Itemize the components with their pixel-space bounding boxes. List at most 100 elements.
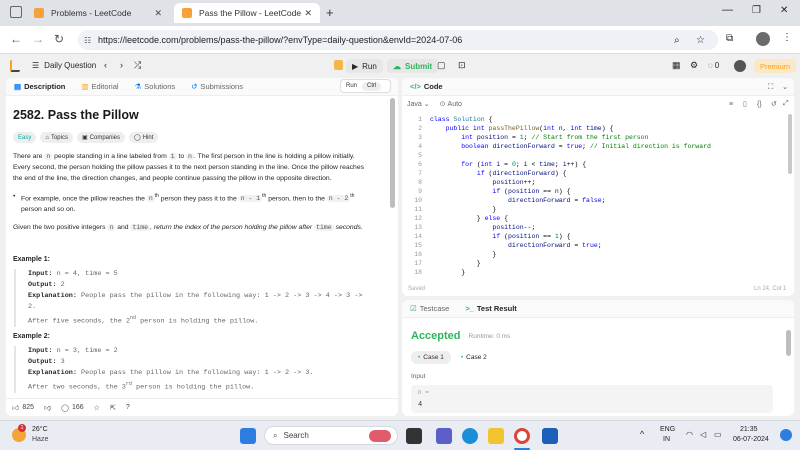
run-button[interactable]: ▶ Run [346,59,383,73]
tab-submissions[interactable]: ↺ Submissions [191,82,243,91]
test-scrollbar[interactable] [786,330,791,356]
case-label: Case 1 [423,354,444,361]
layout-icon[interactable]: ▦ [672,60,681,71]
code-line: for (int i = 0; i < time; i++) { [461,161,587,168]
debug-icon[interactable] [334,60,343,70]
superscript: th [350,193,355,199]
star-icon[interactable]: ☆ [94,404,100,412]
url-text: https://leetcode.com/problems/pass-the-p… [98,35,463,45]
submit-button[interactable]: ☁ Submit [387,59,439,73]
code-line: class Solution { [430,116,493,123]
companies-button[interactable]: ▣ Companies [76,132,126,143]
code-panel-header: </> Code ⛶ ⌄ [402,78,794,96]
tab-testcase[interactable]: ☑ Testcase [410,304,449,313]
language-indicator[interactable]: ENG [660,426,675,433]
task-view-icon[interactable] [406,428,422,444]
difficulty-badge: Easy [13,132,37,143]
windows-start-icon[interactable] [240,428,256,444]
comments-button[interactable]: ◯ 166 [61,404,84,412]
taskbar-search[interactable]: ⌕ Search [264,426,398,445]
description-scrollbar[interactable] [390,98,395,208]
tab-code[interactable]: </> Code [410,82,443,91]
volume-icon[interactable]: ◁ [700,430,706,439]
tab-test-result[interactable]: >_ Test Result [465,304,516,313]
topics-button[interactable]: ⌂ Topics [40,132,73,143]
label: Output: [28,358,57,366]
language-select[interactable]: Java ⌄ [407,100,430,109]
text: There are [13,153,43,160]
share-icon[interactable]: ⇱ [110,404,116,412]
notification-icon[interactable] [780,429,792,441]
code-inline: n - 2 [326,195,351,203]
dislike-icon[interactable]: 👎︎ [44,403,51,412]
minimize-button[interactable]: — [722,4,733,16]
url-field[interactable]: ☷ https://leetcode.com/problems/pass-the… [78,30,718,50]
premium-button[interactable]: Premium [754,59,797,73]
close-tab-icon[interactable]: ✕ [154,8,162,19]
tab-problems[interactable]: Problems - LeetCode ✕ [26,3,170,23]
case-2-tab[interactable]: • Case 2 [457,354,491,361]
line-number: 7 [418,170,422,177]
chat-icon[interactable]: ⊡ [458,60,466,71]
tab-solutions[interactable]: ⚗ Solutions [135,82,176,91]
clock-time[interactable]: 21:35 [740,426,758,433]
tab-label: Code [423,82,443,91]
file-explorer-icon[interactable] [488,428,504,444]
wifi-icon[interactable]: ◠ [686,430,693,439]
autocomplete-mode[interactable]: ⊙ Auto [440,100,462,109]
new-tab-button[interactable]: + [326,5,334,20]
site-info-icon[interactable]: ☷ [84,36,91,45]
like-button[interactable]: 👍︎ 825 [12,403,34,412]
maximize-button[interactable]: ❐ [752,5,761,16]
tab-description[interactable]: ▤ Description [14,82,65,91]
label: Input: [28,270,53,278]
close-tab-icon[interactable]: ✕ [304,8,312,19]
streak-counter[interactable]: ◌ 0 [708,61,719,70]
browser-menu-icon[interactable]: ⋮ [782,32,792,43]
shuffle-icon[interactable]: ⤮ [134,60,141,71]
profile-avatar[interactable] [756,32,770,46]
reload-button[interactable]: ↻ [54,32,64,46]
battery-icon[interactable]: ▭ [714,430,722,439]
chrome-icon[interactable] [514,428,530,444]
hint-button[interactable]: ◯ Hint [129,132,159,143]
back-button[interactable]: ← [10,32,22,46]
tab-editorial[interactable]: ▥ Editorial [81,82,118,91]
tab-pass-the-pillow[interactable]: Pass the Pillow - LeetCode ✕ [174,3,320,23]
code-scrollbar[interactable] [788,114,792,174]
search-icon: ⌕ [273,430,278,440]
notes-icon[interactable]: ▢ [437,60,446,71]
format-icon[interactable]: ≡ [729,101,733,108]
daily-question-link[interactable]: ☰ Daily Question [32,61,96,70]
prev-problem-icon[interactable]: ‹ [104,60,107,70]
zoom-icon[interactable]: ⌕ [674,35,680,46]
bookmark-star-icon[interactable]: ☆ [696,35,705,46]
braces-icon[interactable]: {} [757,101,762,108]
tray-chevron-icon[interactable]: ^ [640,429,644,439]
forward-button[interactable]: → [32,32,44,46]
example-2-block: Input: n = 3, time = 2 Output: 3 Explana… [14,346,384,394]
store-icon[interactable] [542,428,558,444]
editor-toolbar: Java ⌄ ⊙ Auto ≡ ▯ {} ↺ ⤢ [407,100,789,108]
edge-icon[interactable] [462,428,478,444]
flask-icon: ⚗ [134,82,142,91]
next-problem-icon[interactable]: › [120,60,123,70]
expand-icon[interactable]: ⛶ [768,82,773,92]
tab-actions-icon[interactable] [10,6,22,18]
close-window-button[interactable]: ✕ [780,5,788,16]
code-line: } [430,206,497,213]
teams-icon[interactable] [436,428,452,444]
help-icon[interactable]: ? [126,404,130,411]
extensions-icon[interactable]: ⧉ [726,33,733,44]
case-1-tab[interactable]: • Case 1 [411,351,451,364]
leetcode-logo[interactable] [10,60,20,72]
code-line: } [430,260,481,267]
settings-icon[interactable]: ⚙ [690,60,698,71]
chevron-down-icon: ⌄ [423,101,430,108]
fullscreen-icon[interactable]: ⤢ [783,100,789,108]
code-area[interactable]: 1 2 3 4 5 6 7 8 9 10 11 12 13 14 15 16 17 18 class Soluti… [402,112,788,278]
reset-icon[interactable]: ↺ [771,100,777,108]
collapse-icon[interactable]: ⌄ [782,82,788,91]
user-avatar[interactable] [734,60,746,72]
bookmark-icon[interactable]: ▯ [743,100,747,108]
